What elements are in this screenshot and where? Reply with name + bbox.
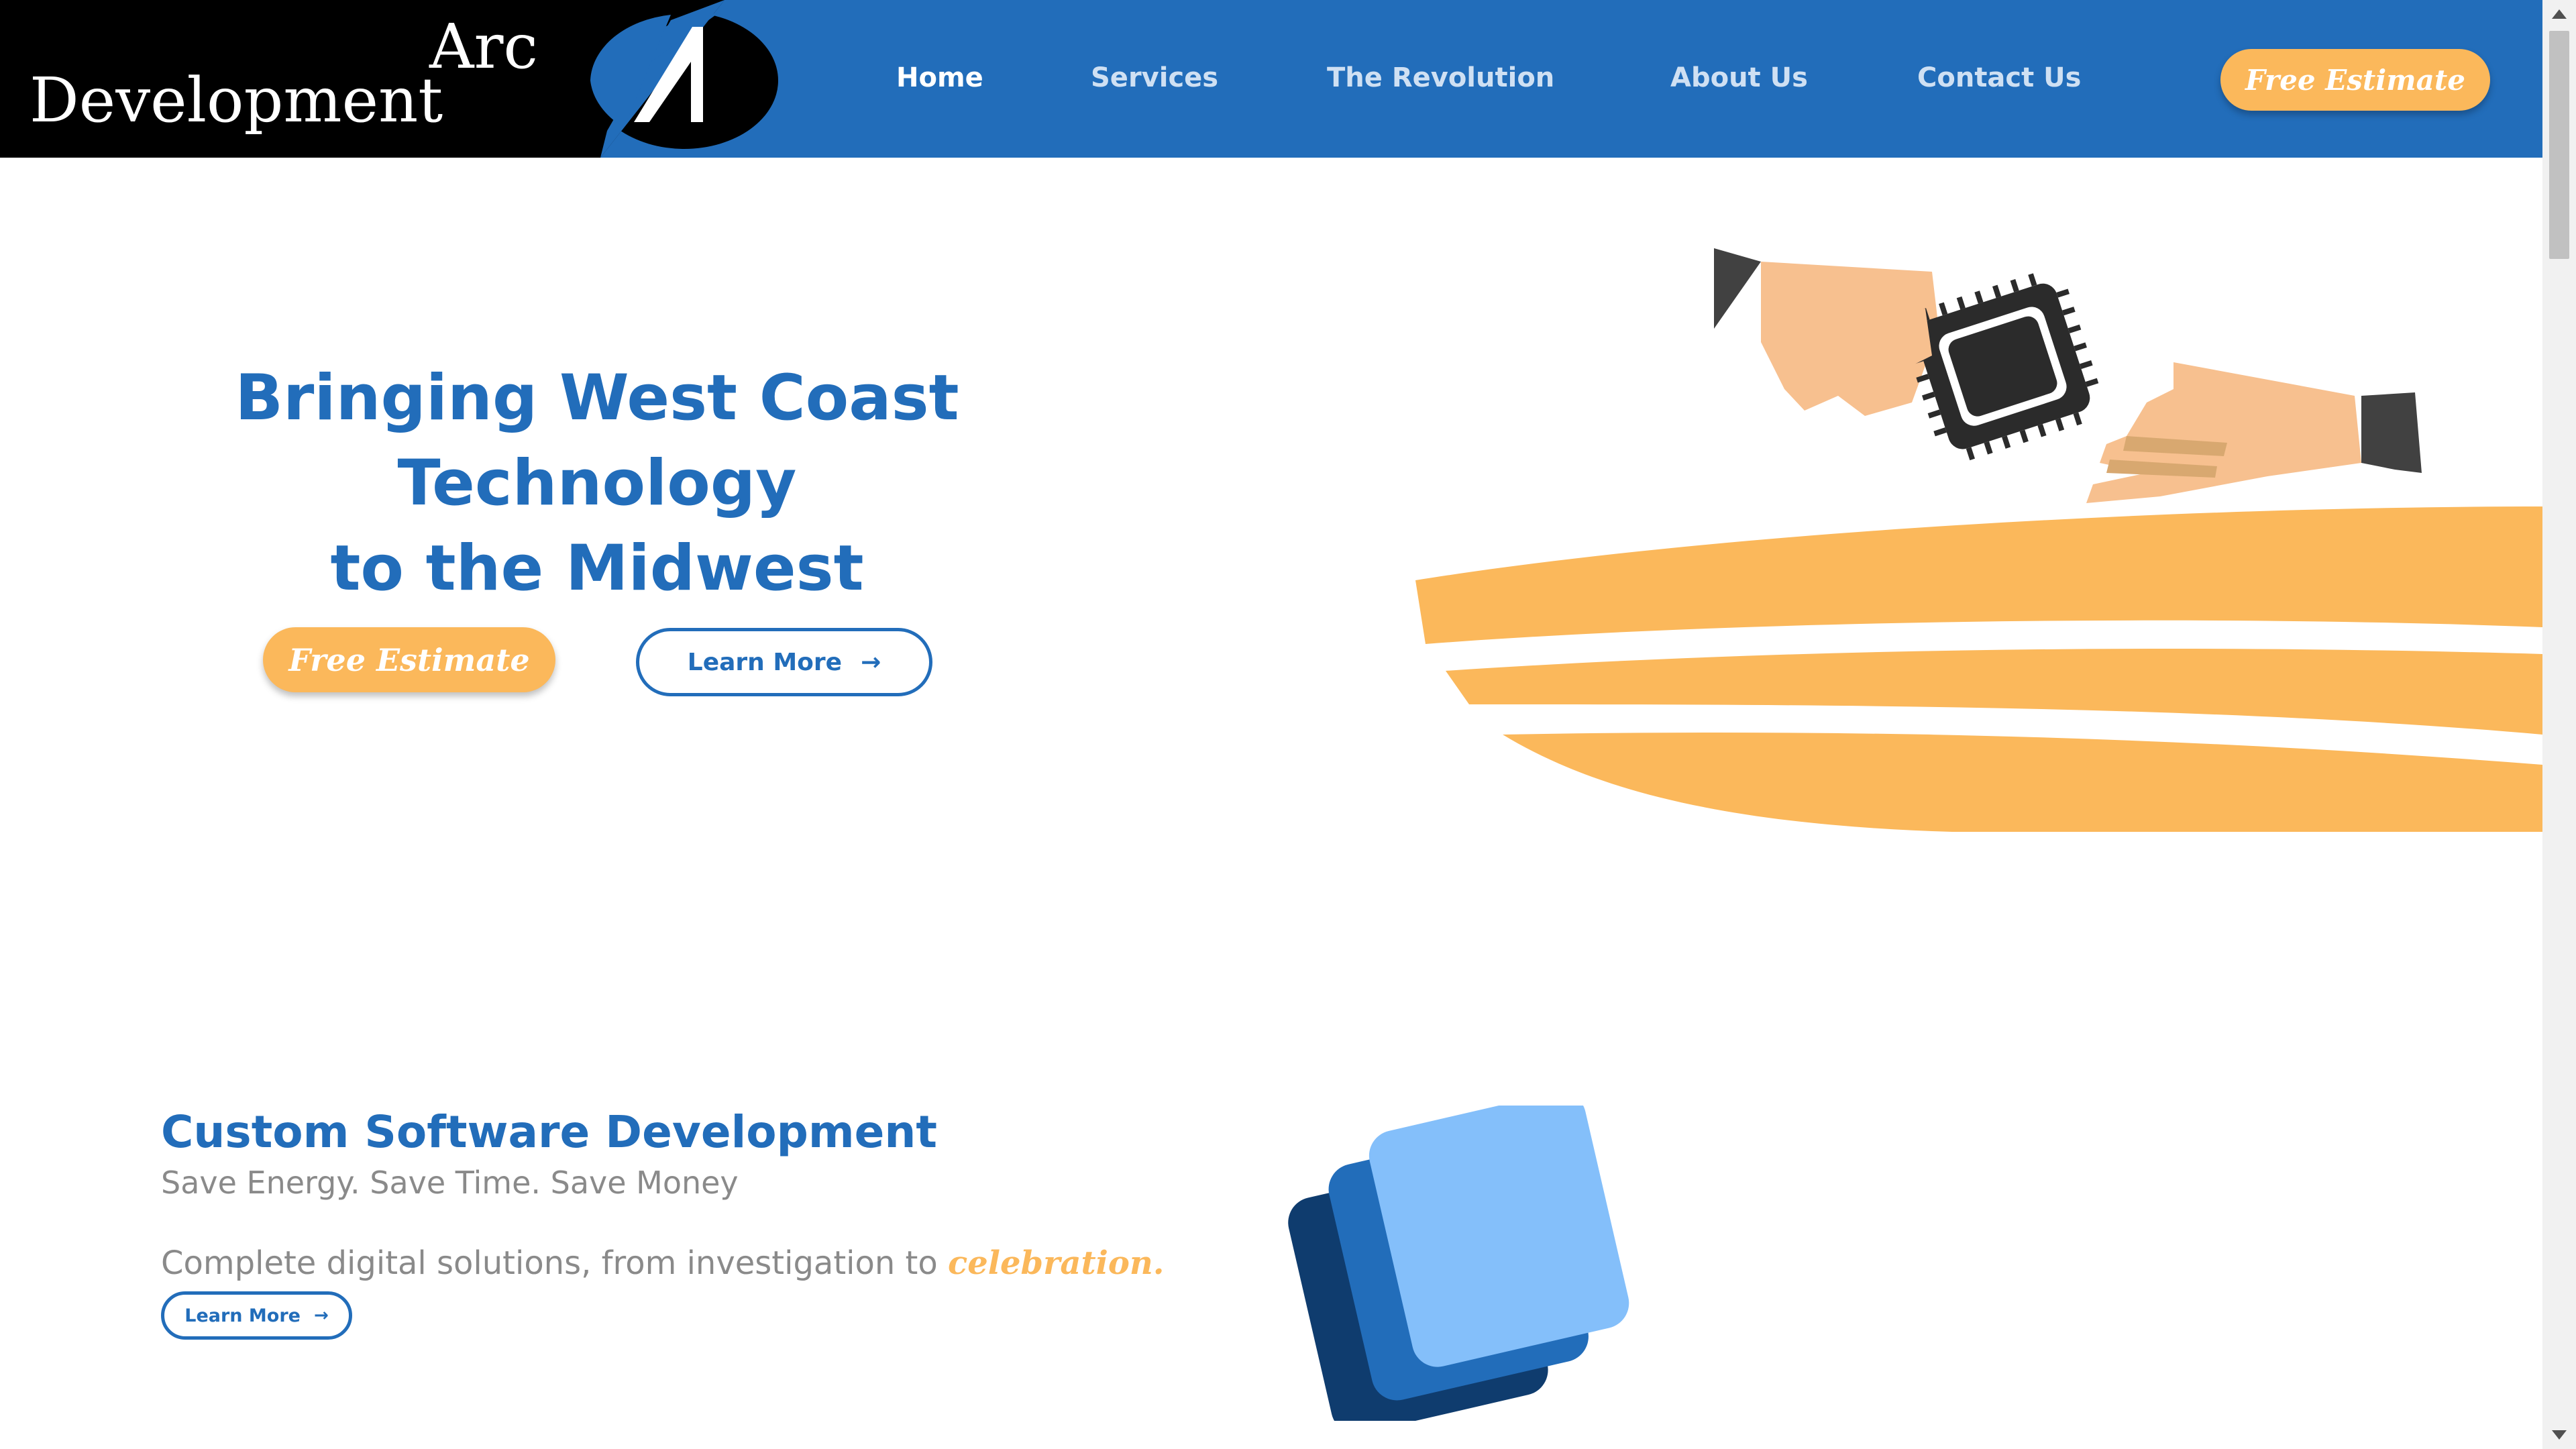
handshake-chip-illustration: [1415, 248, 2542, 832]
hero-learn-more-button[interactable]: Learn More →: [636, 628, 932, 696]
hero-title: Bringing West Coast Technology to the Mi…: [168, 356, 1026, 611]
nav-tab-home[interactable]: Home: [896, 62, 983, 94]
scrollbar-thumb[interactable]: [2549, 31, 2569, 259]
section-subtitle: Save Energy. Save Time. Save Money: [161, 1165, 739, 1201]
logo[interactable]: Arc Development: [0, 0, 792, 158]
top-app-bar: Arc Development Home Services The Revolu…: [0, 0, 2542, 158]
section-description: Complete digital solutions, from investi…: [161, 1242, 1165, 1284]
logo-text-development: Development: [30, 64, 443, 136]
section-title: Custom Software Development: [161, 1106, 937, 1158]
section-learn-more-button[interactable]: Learn More →: [161, 1291, 352, 1340]
section-accent-word: celebration.: [947, 1244, 1165, 1282]
hero-title-line: Technology: [397, 447, 797, 520]
learn-more-label: Learn More: [687, 648, 843, 676]
learn-more-label: Learn More: [184, 1305, 301, 1326]
free-estimate-button[interactable]: Free Estimate: [2220, 49, 2490, 111]
hero-free-estimate-button[interactable]: Free Estimate: [263, 627, 555, 692]
nav-tab-the-revolution[interactable]: The Revolution: [1327, 62, 1554, 94]
section-description-text: Complete digital solutions, from investi…: [161, 1244, 948, 1282]
logo-text-arc: Arc: [429, 11, 538, 83]
scroll-up-arrow-icon[interactable]: [2552, 9, 2567, 19]
scroll-down-arrow-icon[interactable]: [2552, 1430, 2567, 1440]
arrow-right-icon: →: [861, 648, 881, 676]
arrow-right-icon: →: [313, 1305, 329, 1326]
hero-title-line: to the Midwest: [330, 532, 864, 605]
nav-tab-about-us[interactable]: About Us: [1670, 62, 1808, 94]
hero-title-line: Bringing West Coast: [235, 362, 959, 435]
nav-tab-contact-us[interactable]: Contact Us: [1917, 62, 2081, 94]
page-scrollbar[interactable]: [2542, 0, 2576, 1449]
stacked-cards-icon: [1285, 1091, 1674, 1434]
nav-tab-services[interactable]: Services: [1091, 62, 1218, 94]
hero-illustration: [1395, 235, 2542, 841]
